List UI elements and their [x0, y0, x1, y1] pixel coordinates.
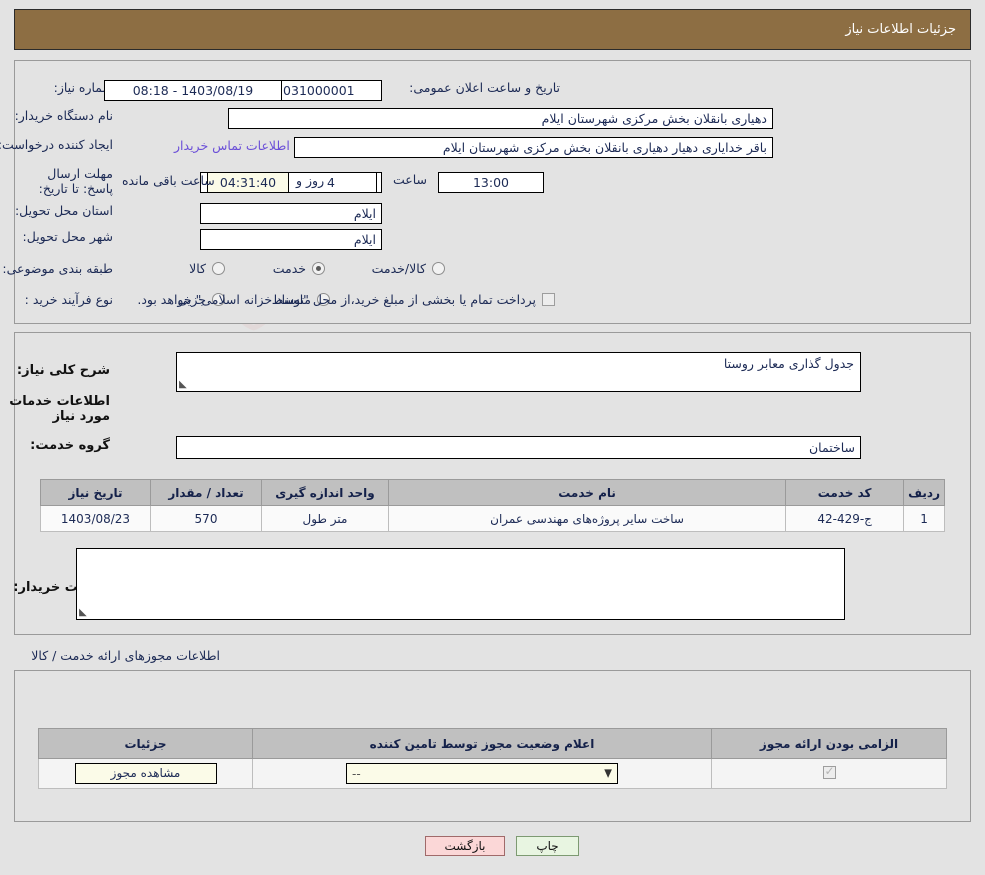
permit-status-value: --	[352, 766, 361, 781]
table-row: 1 ج-429-42 ساخت سایر پروژه‌های مهندسی عم…	[40, 505, 945, 532]
province-label-wrap: استان محل تحویل:	[15, 203, 113, 218]
province-value: ایلام	[200, 203, 382, 224]
days-word-label: روز و	[296, 173, 325, 188]
category-option-label-0: کالا	[189, 261, 206, 276]
buyer-contact-link-wrap[interactable]: اطلاعات تماس خریدار	[174, 138, 290, 153]
permits-th-status: اعلام وضعیت مجوز توسط تامین کننده	[252, 728, 712, 759]
chevron-down-icon: ▼	[604, 767, 612, 780]
resize-grip-icon[interactable]: ◢	[179, 379, 189, 390]
public-announce-label-wrap: تاریخ و ساعت اعلان عمومی:	[409, 80, 560, 95]
days-word-wrap: روز و	[296, 173, 324, 188]
public-announce-label: تاریخ و ساعت اعلان عمومی:	[409, 80, 560, 95]
page-header: جزئیات اطلاعات نیاز	[14, 9, 971, 50]
items-table: ردیف کد خدمت نام خدمت واحد اندازه گیری ت…	[40, 479, 945, 532]
permits-table: الزامی بودن ارائه مجوز اعلام وضعیت مجوز …	[38, 728, 947, 789]
city-value: ایلام	[200, 229, 382, 250]
requester-label-wrap: ایجاد کننده درخواست:	[0, 137, 113, 152]
buyer-notes-textarea[interactable]: ◢	[76, 548, 845, 620]
process-label: نوع فرآیند خرید :	[24, 292, 113, 307]
city-label-wrap: شهر محل تحویل:	[23, 229, 113, 244]
category-option-label-2: کالا/خدمت	[371, 261, 426, 276]
countdown-value: 04:31:40	[207, 172, 289, 193]
category-option-kala-khedmat[interactable]: کالا/خدمت	[372, 261, 445, 276]
deadline-time-value: 13:00	[438, 172, 544, 193]
buyer-org-label: نام دستگاه خریدار:	[14, 108, 113, 123]
items-table-header-row: ردیف کد خدمت نام خدمت واحد اندازه گیری ت…	[40, 479, 945, 506]
general-desc-textarea[interactable]: جدول گذاری معابر روستا ◢	[176, 352, 861, 392]
items-th-need-date: تاریخ نیاز	[40, 479, 151, 506]
category-option-label-1: خدمت	[272, 261, 306, 276]
service-group-label: گروه خدمت:	[30, 438, 110, 453]
print-button[interactable]: چاپ	[516, 836, 579, 856]
treasury-checkbox-icon[interactable]	[542, 293, 555, 306]
province-label: استان محل تحویل:	[14, 203, 113, 218]
buyer-org-label-wrap: نام دستگاه خریدار:	[15, 108, 113, 123]
items-th-quantity: تعداد / مقدار	[150, 479, 262, 506]
service-group-value: ساختمان	[176, 436, 861, 459]
buyer-org-value: دهیاری بانقلان بخش مرکزی شهرستان ایلام	[228, 108, 773, 129]
remaining-time-label: ساعت باقی مانده	[122, 173, 215, 188]
category-label: طبقه بندی موضوعی:	[2, 261, 113, 276]
permits-th-required: الزامی بودن ارائه مجوز	[711, 728, 947, 759]
permit-status-select[interactable]: ▼ --	[346, 763, 618, 784]
deadline-time-label: ساعت	[392, 172, 427, 187]
permits-td-status[interactable]: ▼ --	[252, 758, 712, 789]
permits-table-header-row: الزامی بودن ارائه مجوز اعلام وضعیت مجوز …	[38, 728, 947, 759]
services-heading: اطلاعات خدمات مورد نیاز	[9, 394, 110, 424]
deadline-label-wrap: مهلت ارسال پاسخ: تا تاریخ:	[35, 166, 113, 197]
permit-required-checkbox-icon	[822, 764, 836, 779]
items-td-quantity: 570	[150, 505, 262, 532]
page-root: جزئیات اطلاعات نیاز 🛡 AnaTender.net شمار…	[0, 0, 985, 875]
items-th-service-code: کد خدمت	[785, 479, 905, 506]
items-td-unit: متر طول	[261, 505, 389, 532]
treasury-note-label: پرداخت تمام یا بخشی از مبلغ خرید،از محل …	[137, 292, 536, 307]
page-title: جزئیات اطلاعات نیاز	[845, 22, 956, 37]
back-button[interactable]: بازگشت	[425, 836, 505, 856]
permits-td-required	[711, 758, 947, 789]
category-option-kala[interactable]: کالا	[189, 261, 225, 276]
items-td-service-code: ج-429-42	[785, 505, 905, 532]
items-th-unit: واحد اندازه گیری	[261, 479, 389, 506]
public-announce-value: 1403/08/19 - 08:18	[104, 80, 282, 101]
permits-th-details: جزئیات	[38, 728, 253, 759]
process-label-wrap: نوع فرآیند خرید :	[25, 292, 113, 307]
category-label-wrap: طبقه بندی موضوعی:	[2, 261, 113, 276]
resize-grip-icon-2[interactable]: ◢	[79, 607, 89, 618]
general-desc-label: شرح کلی نیاز:	[16, 363, 110, 378]
radio-kala-icon[interactable]	[212, 262, 225, 275]
remaining-word-wrap: ساعت باقی مانده	[122, 173, 215, 188]
general-desc-value: جدول گذاری معابر روستا	[723, 356, 854, 371]
buyer-contact-link[interactable]: اطلاعات تماس خریدار	[174, 138, 290, 153]
permits-section-caption: اطلاعات مجوزهای ارائه خدمت / کالا	[31, 648, 220, 663]
treasury-note-wrap[interactable]: پرداخت تمام یا بخشی از مبلغ خرید،از محل …	[137, 292, 555, 307]
deadline-label: مهلت ارسال پاسخ: تا تاریخ:	[38, 166, 113, 196]
time-label-wrap: ساعت	[393, 172, 427, 187]
radio-khedmat-icon[interactable]	[312, 262, 325, 275]
permits-td-details[interactable]: مشاهده مجوز	[38, 758, 253, 789]
items-td-service-name: ساخت سایر پروژه‌های مهندسی عمران	[387, 505, 787, 532]
requester-value: باقر خدایاری دهیار دهیاری بانقلان بخش مر…	[294, 137, 773, 158]
requester-label: ایجاد کننده درخواست:	[0, 137, 113, 152]
items-td-row-no: 1	[903, 505, 945, 532]
city-label: شهر محل تحویل:	[22, 229, 113, 244]
radio-kala-khedmat-icon[interactable]	[432, 262, 445, 275]
table-row: ▼ -- مشاهده مجوز	[38, 758, 947, 789]
items-td-need-date: 1403/08/23	[40, 505, 151, 532]
view-permit-button[interactable]: مشاهده مجوز	[74, 763, 217, 784]
items-th-service-name: نام خدمت	[387, 479, 787, 506]
items-th-row-no: ردیف	[903, 479, 945, 506]
category-option-khedmat[interactable]: خدمت	[273, 261, 325, 276]
